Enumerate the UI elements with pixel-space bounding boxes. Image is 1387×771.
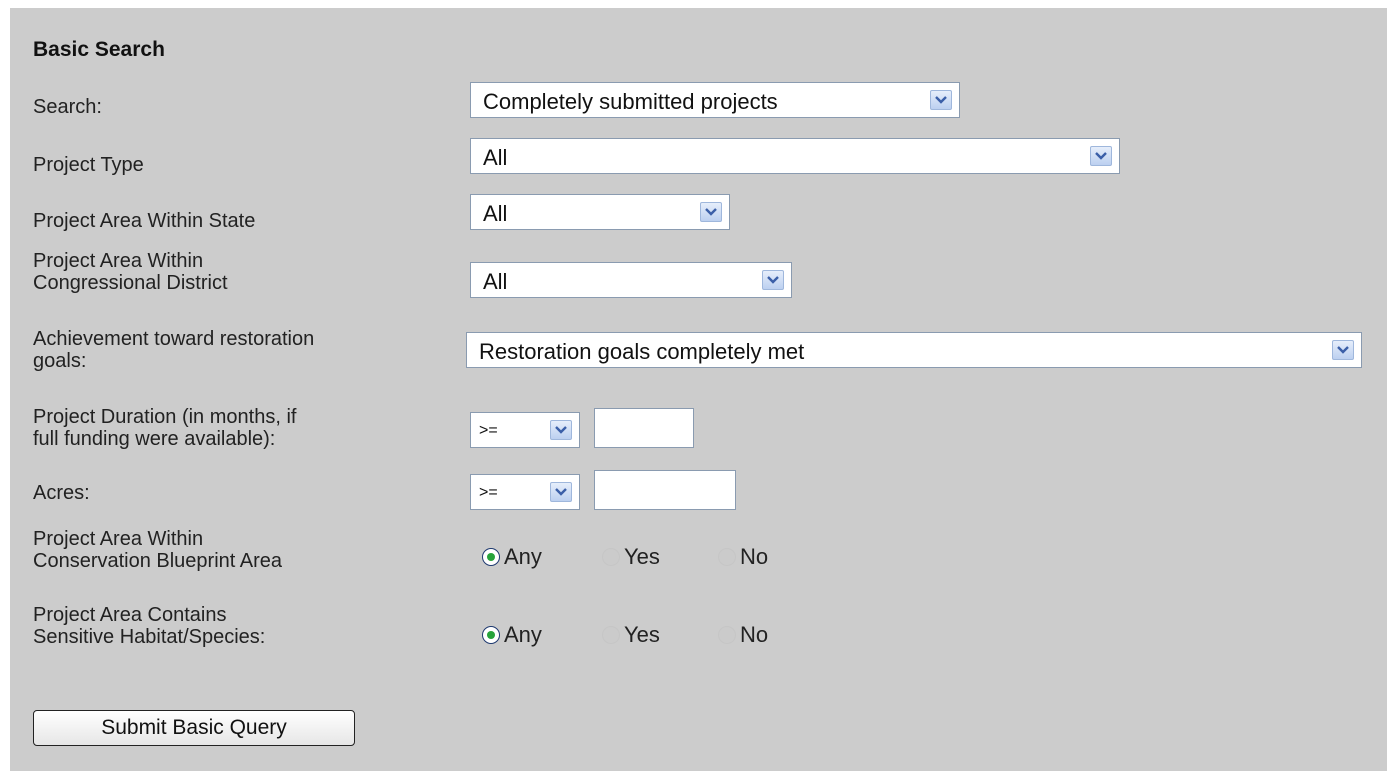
radio-checked-icon[interactable] xyxy=(482,626,500,644)
duration-label: Project Duration (in months, if full fun… xyxy=(33,406,296,450)
area-district-value: All xyxy=(483,269,508,294)
blueprint-label-line1: Project Area Within xyxy=(33,528,204,550)
sensitive-option-yes-label: Yes xyxy=(624,622,660,647)
chevron-down-icon[interactable] xyxy=(550,420,572,440)
chevron-down-icon[interactable] xyxy=(550,482,572,502)
duration-operator-value: >= xyxy=(479,422,498,439)
area-state-value: All xyxy=(483,201,508,226)
chevron-down-icon[interactable] xyxy=(1332,340,1354,360)
chevron-down-icon[interactable] xyxy=(1090,146,1112,166)
achievement-label: Achievement toward restoration goals: xyxy=(33,328,314,372)
blueprint-label-line2: Conservation Blueprint Area xyxy=(33,550,283,572)
chevron-down-icon[interactable] xyxy=(762,270,784,290)
sensitive-option-any-label: Any xyxy=(504,622,542,647)
acres-input[interactable] xyxy=(594,470,736,510)
duration-label-line2: full funding were available): xyxy=(33,428,276,450)
radio-unchecked-icon[interactable] xyxy=(602,626,620,644)
area-district-label-line2: Congressional District xyxy=(33,272,228,294)
submit-basic-query-button[interactable]: Submit Basic Query xyxy=(33,710,355,746)
blueprint-option-any-label: Any xyxy=(504,544,542,569)
sensitive-label-line1: Project Area Contains xyxy=(33,604,227,626)
duration-label-line1: Project Duration (in months, if xyxy=(33,406,297,428)
sensitive-label: Project Area Contains Sensitive Habitat/… xyxy=(33,604,265,648)
acres-operator-value: >= xyxy=(479,484,498,501)
acres-operator-select[interactable]: >= xyxy=(470,474,580,510)
blueprint-option-yes-label: Yes xyxy=(624,544,660,569)
chevron-down-icon[interactable] xyxy=(700,202,722,222)
radio-checked-icon[interactable] xyxy=(482,548,500,566)
search-label: Search: xyxy=(33,96,102,118)
area-district-label: Project Area Within Congressional Distri… xyxy=(33,250,228,294)
search-select-value: Completely submitted projects xyxy=(483,89,778,114)
radio-unchecked-icon[interactable] xyxy=(718,548,736,566)
project-type-value: All xyxy=(483,145,508,170)
achievement-select[interactable]: Restoration goals completely met xyxy=(466,332,1362,368)
radio-unchecked-icon[interactable] xyxy=(718,626,736,644)
blueprint-label: Project Area Within Conservation Bluepri… xyxy=(33,528,282,572)
area-state-label: Project Area Within State xyxy=(33,210,256,232)
acres-label: Acres: xyxy=(33,482,90,504)
achievement-label-line1: Achievement toward restoration xyxy=(33,328,315,350)
project-type-select[interactable]: All xyxy=(470,138,1120,174)
area-district-label-line1: Project Area Within xyxy=(33,250,204,272)
achievement-value: Restoration goals completely met xyxy=(479,339,805,364)
area-state-select[interactable]: All xyxy=(470,194,730,230)
chevron-down-icon[interactable] xyxy=(930,90,952,110)
achievement-label-line2: goals: xyxy=(33,350,87,372)
area-district-select[interactable]: All xyxy=(470,262,792,298)
duration-input[interactable] xyxy=(594,408,694,448)
basic-search-panel: Basic Search Search: Completely submitte… xyxy=(10,8,1387,771)
blueprint-option-no-label: No xyxy=(740,544,769,569)
sensitive-option-no-label: No xyxy=(740,622,769,647)
search-select[interactable]: Completely submitted projects xyxy=(470,82,960,118)
project-type-label: Project Type xyxy=(33,154,144,176)
sensitive-label-line2: Sensitive Habitat/Species: xyxy=(33,626,266,648)
form-title: Basic Search xyxy=(33,38,165,61)
radio-unchecked-icon[interactable] xyxy=(602,548,620,566)
duration-operator-select[interactable]: >= xyxy=(470,412,580,448)
